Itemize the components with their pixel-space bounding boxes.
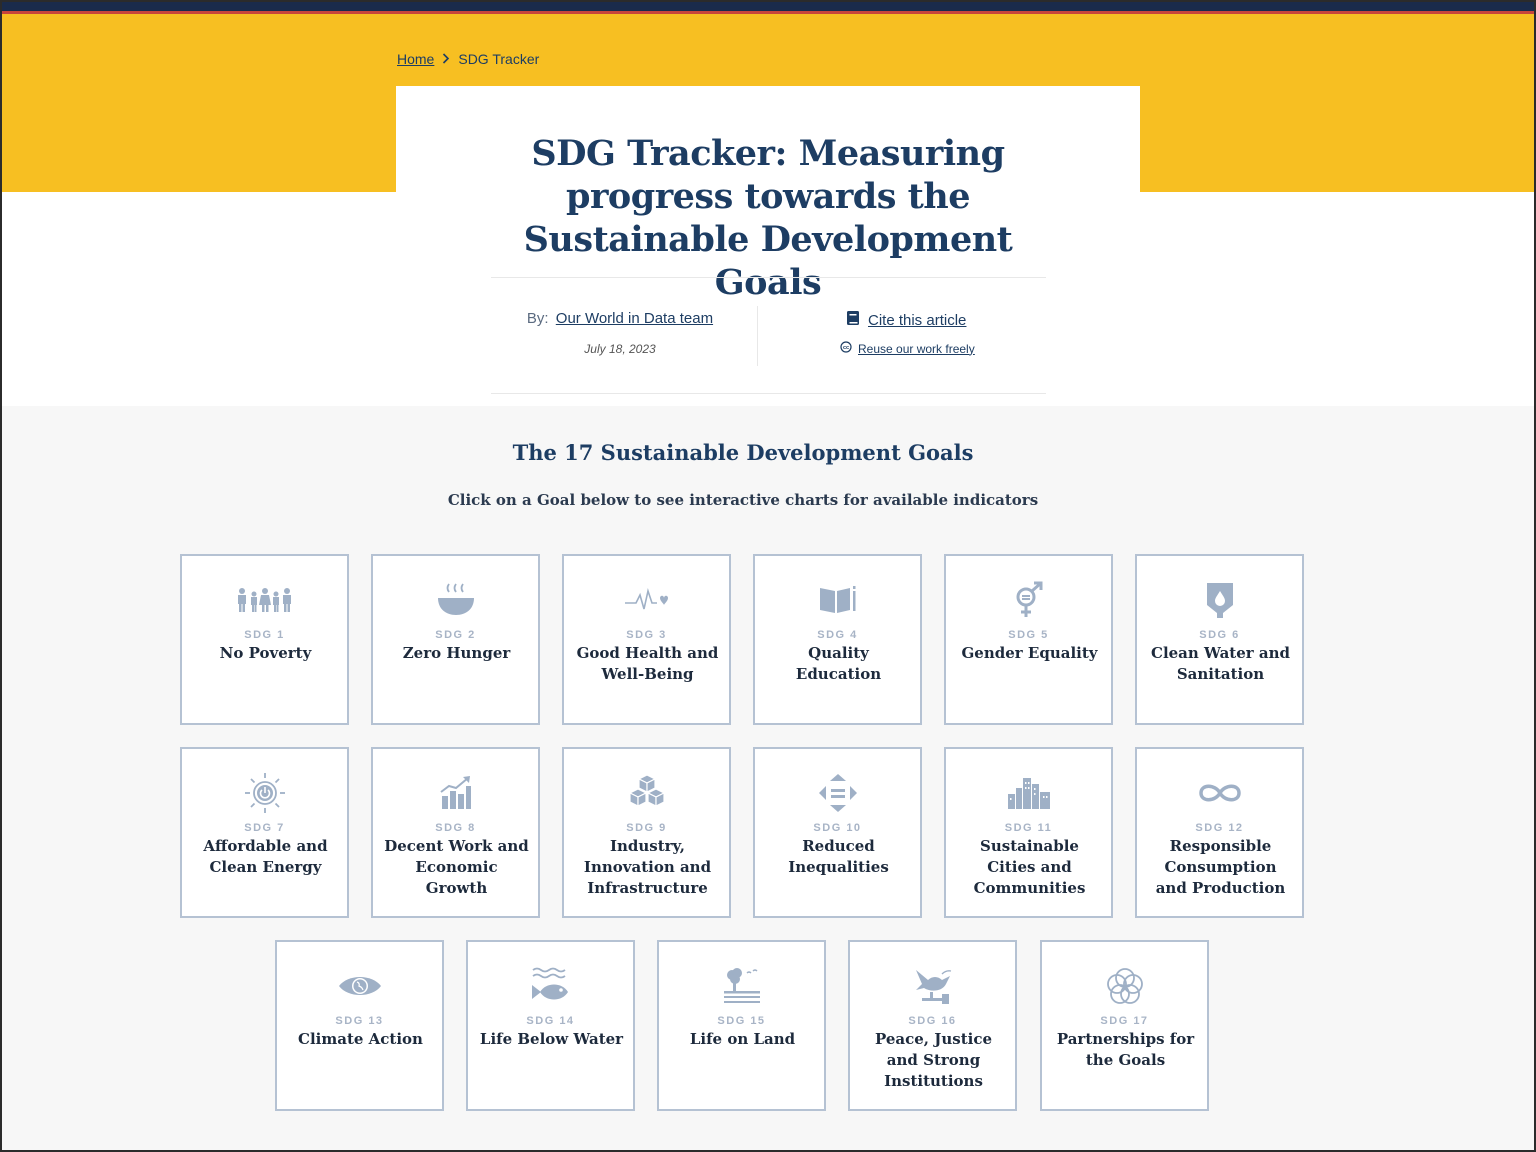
- breadcrumb-current: SDG Tracker: [458, 51, 540, 67]
- sdg-tile-15[interactable]: SDG 15 Life on Land: [657, 940, 826, 1111]
- page-title: SDG Tracker: Measuring progress towards …: [523, 133, 1013, 303]
- city-icon: [946, 773, 1111, 813]
- sdg-number: SDG 7: [244, 822, 285, 834]
- sdg-name: Climate Action: [298, 1030, 423, 1048]
- sdg-tile-11[interactable]: SDG 11 Sustainable Cities and Communitie…: [944, 747, 1113, 918]
- sdg-name: Good Health and Well-Being: [576, 644, 719, 683]
- byline-label: By:: [526, 310, 549, 327]
- sdg-name: Industry, Innovation and Infrastructure: [583, 837, 712, 897]
- sdg-number: SDG 14: [526, 1015, 575, 1027]
- sdg-number: SDG 13: [335, 1015, 384, 1027]
- breadcrumb-home-link[interactable]: Home: [397, 51, 434, 67]
- infinity-icon: [1137, 773, 1302, 813]
- book-open-icon: [755, 580, 920, 620]
- growth-chart-icon: [373, 773, 538, 813]
- sun-power-icon: [182, 773, 347, 813]
- section-subtitle: Click on a Goal below to see interactive…: [447, 491, 1039, 509]
- sdg-number: SDG 10: [813, 822, 862, 834]
- cite-label: Cite this article: [868, 311, 967, 329]
- sdg-number: SDG 12: [1195, 822, 1244, 834]
- sdg-number: SDG 9: [626, 822, 667, 834]
- creative-commons-icon: cc: [840, 341, 852, 356]
- author-link[interactable]: Our World in Data team: [556, 310, 713, 327]
- equality-arrows-icon: [755, 773, 920, 813]
- sdg-name: Affordable and Clean Energy: [203, 837, 328, 876]
- sdg-tile-8[interactable]: SDG 8 Decent Work and Economic Growth: [371, 747, 540, 918]
- bowl-icon: [373, 580, 538, 620]
- sdg-name: Clean Water and Sanitation: [1151, 644, 1290, 683]
- sdg-tile-4[interactable]: SDG 4 Quality Education: [753, 554, 922, 725]
- divider: [757, 306, 758, 366]
- article-header: SDG Tracker: Measuring progress towards …: [396, 86, 1140, 406]
- book-icon: [846, 310, 860, 330]
- sdg-name: Zero Hunger: [402, 644, 511, 662]
- sdg-tile-16[interactable]: SDG 16 Peace, Justice and Strong Institu…: [848, 940, 1017, 1111]
- sdg-name: Life on Land: [689, 1030, 796, 1048]
- sdg-number: SDG 11: [1004, 822, 1053, 834]
- gender-icon: [946, 580, 1111, 620]
- sdg-number: SDG 6: [1199, 629, 1240, 641]
- sdg-tile-9[interactable]: SDG 9 Industry, Innovation and Infrastru…: [562, 747, 731, 918]
- sdg-tile-13[interactable]: SDG 13 Climate Action: [275, 940, 444, 1111]
- sdg-name: Gender Equality: [961, 644, 1098, 662]
- sdg-number: SDG 3: [626, 629, 667, 641]
- sdg-number: SDG 16: [908, 1015, 957, 1027]
- sdg-number: SDG 5: [1008, 629, 1049, 641]
- tree-icon: [659, 966, 824, 1006]
- fish-icon: [468, 966, 633, 1006]
- sdg-name: Partnerships for the Goals: [1056, 1030, 1195, 1069]
- sdg-number: SDG 1: [244, 629, 285, 641]
- sdg-name: Quality Education: [795, 644, 882, 683]
- rings-icon: [1042, 966, 1207, 1006]
- svg-text:cc: cc: [843, 345, 849, 351]
- cite-article-link[interactable]: Cite this article: [846, 310, 966, 330]
- sdg-name: Reduced Inequalities: [788, 837, 889, 876]
- sdg-tile-6[interactable]: SDG 6 Clean Water and Sanitation: [1135, 554, 1304, 725]
- cubes-icon: [564, 773, 729, 813]
- sdg-number: SDG 17: [1100, 1015, 1149, 1027]
- sdg-number: SDG 4: [817, 629, 858, 641]
- water-drop-icon: [1137, 580, 1302, 620]
- sdg-tile-12[interactable]: SDG 12 Responsible Consumption and Produ…: [1135, 747, 1304, 918]
- breadcrumb: Home SDG Tracker: [397, 51, 539, 67]
- sdg-name: No Poverty: [219, 644, 312, 662]
- sdg-name: Peace, Justice and Strong Institutions: [874, 1030, 992, 1090]
- sdg-tile-3[interactable]: SDG 3 Good Health and Well-Being: [562, 554, 731, 725]
- sdg-tile-2[interactable]: SDG 2 Zero Hunger: [371, 554, 540, 725]
- eye-globe-icon: [277, 966, 442, 1006]
- dove-icon: [850, 966, 1015, 1006]
- divider: [491, 277, 1046, 278]
- publish-date: July 18, 2023: [584, 342, 656, 356]
- sdg-tile-17[interactable]: SDG 17 Partnerships for the Goals: [1040, 940, 1209, 1111]
- sdg-tile-1[interactable]: SDG 1 No Poverty: [180, 554, 349, 725]
- sdg-number: SDG 2: [435, 629, 476, 641]
- heartbeat-icon: [564, 580, 729, 620]
- sdg-name: Responsible Consumption and Production: [1155, 837, 1286, 897]
- sdg-number: SDG 8: [435, 822, 476, 834]
- section-title: The 17 Sustainable Development Goals: [512, 440, 974, 465]
- family-icon: [182, 580, 347, 620]
- divider: [491, 393, 1046, 394]
- sdg-tile-10[interactable]: SDG 10 Reduced Inequalities: [753, 747, 922, 918]
- reuse-link[interactable]: cc Reuse our work freely: [840, 341, 975, 356]
- sdg-tile-14[interactable]: SDG 14 Life Below Water: [466, 940, 635, 1111]
- reuse-label: Reuse our work freely: [858, 341, 975, 356]
- sdg-name: Decent Work and Economic Growth: [384, 837, 529, 897]
- sdg-name: Sustainable Cities and Communities: [973, 837, 1086, 897]
- chevron-right-icon: [442, 52, 450, 67]
- top-stripe: [0, 0, 1536, 14]
- sdg-number: SDG 15: [717, 1015, 766, 1027]
- sdg-tile-5[interactable]: SDG 5 Gender Equality: [944, 554, 1113, 725]
- byline: By: Our World in Data team: [491, 310, 749, 327]
- sdg-name: Life Below Water: [479, 1030, 624, 1048]
- sdg-tile-7[interactable]: SDG 7 Affordable and Clean Energy: [180, 747, 349, 918]
